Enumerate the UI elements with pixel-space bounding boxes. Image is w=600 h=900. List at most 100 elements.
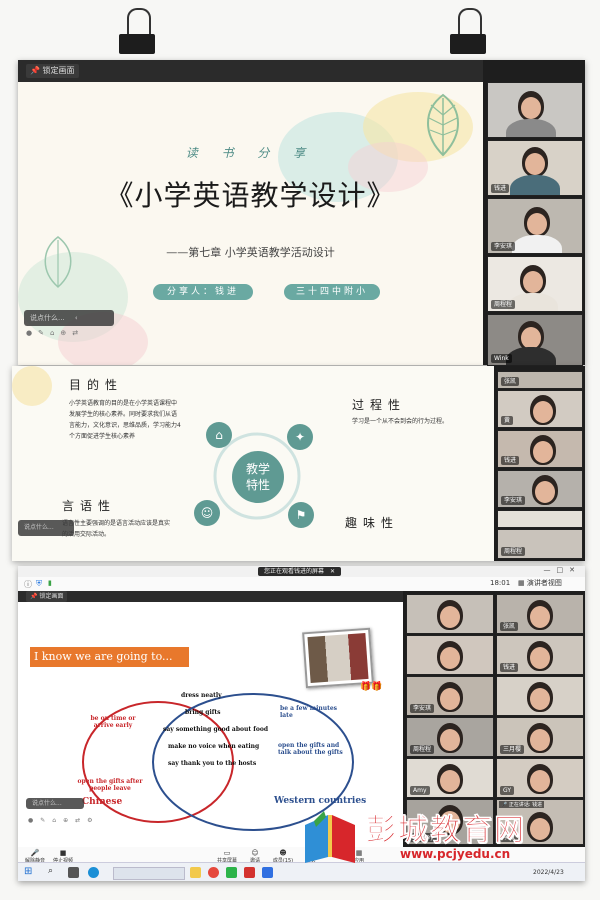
participant-name: 黄 — [501, 416, 514, 425]
search-icon[interactable]: ⌕ — [48, 866, 53, 876]
watermark-url: www.pcjyedu.cn — [400, 847, 511, 861]
window-controls[interactable]: —□✕ — [544, 566, 581, 574]
participant-video-strip: 钱进 李安琪 周程程 Wink — [483, 60, 585, 366]
participant-tile[interactable]: 李安琪 — [406, 676, 494, 716]
participant-name: 张凯 — [500, 622, 519, 631]
speaker-view-label: 演讲者视图 — [526, 579, 562, 587]
teacher-icon: ⌂ — [206, 422, 232, 448]
participant-name: 周程程 — [491, 300, 516, 309]
chrome-icon[interactable] — [208, 867, 219, 878]
binder-clip-right — [448, 8, 488, 56]
gift-icon: 🎁🎁 — [360, 682, 383, 692]
participant-name: Amy — [410, 786, 430, 795]
participant-name: 李安琪 — [501, 496, 526, 505]
participant-name: 三月樱 — [500, 745, 525, 754]
mic-off-icon: 🎤 — [30, 849, 40, 857]
team-icon: ⚑ — [288, 502, 314, 528]
lock-view-label: 锁定画面 — [39, 593, 64, 600]
close-icon[interactable]: ✕ — [330, 568, 335, 575]
participant-tile[interactable]: 张凯 — [497, 371, 583, 389]
participant-tile[interactable] — [487, 82, 583, 138]
participant-tile[interactable]: 李安琪 — [497, 470, 583, 508]
meeting-top-bar: 📌 锁定画面 — [18, 591, 403, 602]
center-circle: 教学特性 — [232, 451, 284, 503]
folder-icon[interactable] — [190, 867, 201, 878]
chat-input-bar[interactable]: 说点什么... — [18, 520, 74, 536]
shield-icon[interactable]: ⛨ — [36, 579, 42, 589]
participant-tile[interactable]: Amy — [406, 758, 494, 798]
purpose-title: 目的性 — [69, 378, 124, 392]
slide-kicker: 读 书 分 享 — [185, 146, 316, 160]
participant-tile[interactable]: 周程程 — [487, 256, 583, 312]
windows-start-icon[interactable]: ⊞ — [24, 866, 32, 877]
participant-tile[interactable]: 周程程 — [497, 529, 583, 559]
participant-tile[interactable] — [406, 635, 494, 675]
meeting-screenshot-teaching-features: 目的性 小学英语教育的目的是在小学英语课程中发展学生的核心素养。同时要求我们从语… — [12, 366, 585, 561]
run-icon: ✦ — [287, 424, 313, 450]
wps-icon[interactable] — [244, 867, 255, 878]
taskbar-search-box[interactable] — [113, 867, 185, 880]
wechat-icon[interactable] — [226, 867, 237, 878]
participant-tile[interactable]: Wink — [487, 314, 583, 366]
meeting-clock: 18:01 — [490, 579, 511, 587]
taskview-icon[interactable] — [68, 867, 79, 878]
book-logo-icon — [305, 811, 355, 863]
shared-slide-title: 读 书 分 享 《小学英语教学设计》 ——第七章 小学英语教学活动设计 分享人：… — [18, 82, 483, 365]
presenter-pill: 分享人：钱进 — [153, 284, 253, 300]
participant-name: 李安琪 — [491, 242, 516, 251]
participant-tile[interactable]: 钱进 — [496, 635, 584, 675]
participant-tile[interactable]: 三月樱 — [496, 717, 584, 757]
edge-icon[interactable] — [88, 867, 99, 878]
middle-item: say something good about food — [163, 726, 269, 733]
participant-name: 张凯 — [501, 377, 520, 386]
site-watermark: 彭城教育网 www.pcjyedu.cn — [300, 805, 590, 867]
participant-tile[interactable]: 李安琪 — [487, 198, 583, 254]
participant-name: 周程程 — [410, 745, 435, 754]
participant-name: 钱进 — [501, 456, 520, 465]
participant-video-strip: 张凯 黄 钱进 李安琪 周程程 — [494, 366, 585, 561]
participant-tile[interactable]: 周程程 — [406, 717, 494, 757]
participant-tile[interactable]: 钱进 — [487, 140, 583, 196]
chevron-left-icon[interactable]: ‹ — [75, 314, 78, 322]
meeting-top-bar: 📌 锁定画面 — [18, 60, 483, 82]
middle-item: make no voice when eating — [168, 743, 260, 750]
participant-tile[interactable] — [406, 594, 494, 634]
viewing-banner: 您正在观看钱进的屏幕 ✕ — [258, 567, 341, 576]
info-icon[interactable]: ⓘ — [24, 579, 32, 590]
language-title: 言语性 — [62, 499, 117, 513]
participant-tile[interactable] — [496, 676, 584, 716]
group-icon: ☺ — [194, 500, 220, 526]
participant-name: Wink — [491, 354, 512, 363]
participant-tile[interactable]: 张凯 — [496, 594, 584, 634]
participant-tile[interactable]: 钱进 — [497, 430, 583, 468]
binder-clip-left — [117, 8, 157, 56]
chat-input-bar[interactable]: 说点什么... — [26, 798, 84, 809]
meeting-app-icon[interactable] — [262, 867, 273, 878]
slide-heading: I know we are going to... — [30, 647, 189, 667]
participant-name: 钱进 — [500, 663, 519, 672]
slide-toolbar: ●✎⌂⊕⇄ — [26, 329, 85, 337]
school-pill: 三十四中附小 — [284, 284, 380, 300]
meeting-screenshot-reading-share: 📌 锁定画面 读 书 分 享 《小学英语教学设计》 ——第七章 小学英语教学活动… — [18, 60, 585, 366]
middle-item: bring gifts — [185, 709, 221, 716]
participant-tile[interactable] — [497, 510, 583, 528]
participant-tile[interactable]: 黄 — [497, 390, 583, 428]
participant-tile[interactable]: GY — [496, 758, 584, 798]
middle-item: say thank you to the hosts — [168, 760, 257, 767]
participant-name: 李安琪 — [410, 704, 435, 713]
chat-placeholder: 说点什么... — [32, 800, 62, 807]
lock-view-label: 锁定画面 — [42, 66, 75, 75]
chat-input-bar[interactable]: 说点什么... ‹ — [24, 310, 114, 326]
speaker-view-button[interactable]: ▦ 演讲者视图 — [518, 578, 562, 588]
taskbar-date: 2022/4/23 — [533, 869, 564, 876]
center-title: 教学特性 — [245, 462, 270, 492]
viewing-banner-text: 您正在观看钱进的屏幕 — [264, 568, 325, 575]
window-title-bar: 您正在观看钱进的屏幕 ✕ —□✕ — [18, 566, 585, 577]
meeting-info-bar: ⓘ ⛨ ▮ 18:01 ▦ 演讲者视图 — [18, 577, 585, 592]
lock-view-button[interactable]: 📌 锁定画面 — [26, 64, 79, 78]
lock-view-button[interactable]: 📌 锁定画面 — [26, 591, 68, 602]
members-icon: ☻ — [279, 849, 287, 857]
slide-subtitle: ——第七章 小学英语教学活动设计 — [166, 246, 335, 259]
fun-title: 趣味性 — [345, 516, 400, 530]
purpose-text: 小学英语教育的目的是在小学英语课程中发展学生的核心素养。同时要求我们从语言能力，… — [69, 400, 181, 440]
